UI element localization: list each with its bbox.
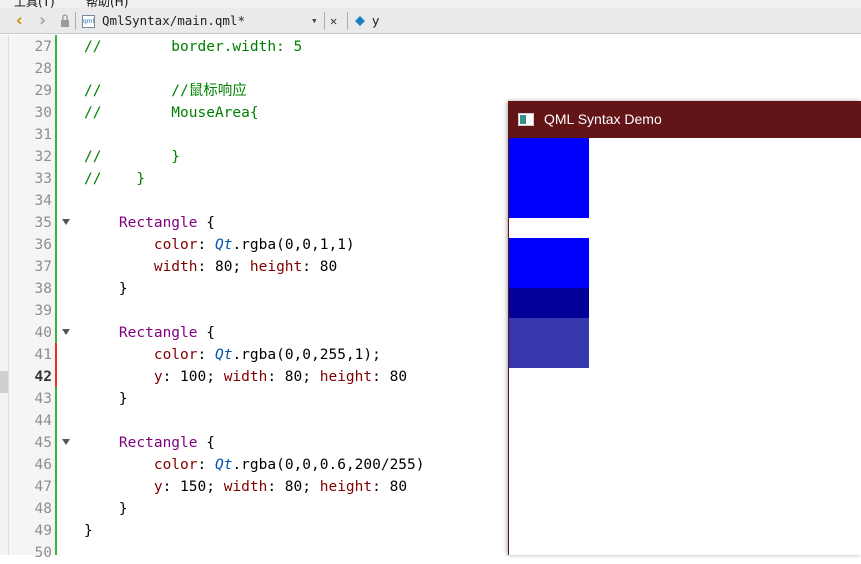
fold-arrow-icon[interactable] [62, 439, 70, 445]
code-line[interactable]: width: 80; height: 80 [84, 256, 337, 278]
qml-file-icon: qml [82, 15, 95, 28]
code-line[interactable]: // MouseArea{ [84, 102, 259, 124]
code-line[interactable]: y: 100; width: 80; height: 80 [84, 366, 407, 388]
overlap-rectangle [509, 288, 589, 318]
toolbar-separator [347, 12, 348, 30]
line-number: 49 [34, 523, 52, 539]
line-number: 42 [34, 369, 52, 385]
code-line[interactable]: y: 150; width: 80; height: 80 [84, 476, 407, 498]
line-number: 32 [34, 149, 52, 165]
symbol-diamond-icon [355, 8, 365, 34]
menu-bar: 工具(T) 帮助(H) [0, 0, 861, 8]
window-title-bar[interactable]: QML Syntax Demo [508, 101, 861, 138]
file-name-selector[interactable]: QmlSyntax/main.qml* [102, 8, 245, 34]
back-arrow-icon[interactable]: ‹ [14, 8, 25, 34]
line-number: 39 [34, 303, 52, 319]
fold-arrow-icon[interactable] [62, 329, 70, 335]
line-number: 29 [34, 83, 52, 99]
code-line[interactable]: // } [84, 168, 145, 190]
line-number: 36 [34, 237, 52, 253]
forward-arrow-icon[interactable]: › [37, 8, 48, 34]
line-number: 37 [34, 259, 52, 275]
code-line[interactable]: Rectangle { [84, 432, 215, 454]
editor-toolbar: ‹ › qml QmlSyntax/main.qml* ▾ ✕ y [0, 8, 861, 34]
toolbar-separator [324, 12, 325, 30]
line-number: 46 [34, 457, 52, 473]
code-line[interactable]: // //鼠标响应 [84, 80, 247, 102]
fold-arrow-icon[interactable] [62, 219, 70, 225]
line-number: 38 [34, 281, 52, 297]
code-line[interactable]: // border.width: 5 [84, 36, 302, 58]
line-number: 35 [34, 215, 52, 231]
blue-rectangle [509, 238, 589, 288]
line-number: 50 [34, 545, 52, 561]
code-line[interactable]: color: Qt.rgba(0,0,1,1) [84, 234, 355, 256]
line-number: 28 [34, 61, 52, 77]
code-line[interactable]: } [84, 498, 128, 520]
change-indicator [55, 35, 57, 555]
code-line[interactable]: } [84, 388, 128, 410]
line-number: 33 [34, 171, 52, 187]
line-number: 48 [34, 501, 52, 517]
line-number: 45 [34, 435, 52, 451]
menu-item-help[interactable]: 帮助(H) [86, 0, 128, 8]
code-line[interactable]: color: Qt.rgba(0,0,0.6,200/255) [84, 454, 425, 476]
modified-lines-indicator [55, 343, 57, 387]
line-number: 31 [34, 127, 52, 143]
line-number: 47 [34, 479, 52, 495]
line-number: 27 [34, 39, 52, 55]
line-number: 40 [34, 325, 52, 341]
code-line[interactable]: color: Qt.rgba(0,0,255,1); [84, 344, 381, 366]
translucent-rectangle [509, 318, 589, 368]
current-line-marker [0, 371, 8, 393]
qml-app-window[interactable]: QML Syntax Demo [508, 101, 861, 555]
code-line[interactable]: // } [84, 146, 180, 168]
line-number: 44 [34, 413, 52, 429]
menu-item-tools[interactable]: 工具(T) [14, 0, 55, 8]
symbol-selector[interactable]: y [372, 8, 379, 34]
code-line[interactable]: Rectangle { [84, 322, 215, 344]
code-line[interactable]: } [84, 278, 128, 300]
app-window-icon [518, 113, 534, 126]
line-number: 43 [34, 391, 52, 407]
line-number: 41 [34, 347, 52, 363]
lock-icon [60, 8, 70, 34]
line-number: 30 [34, 105, 52, 121]
blue-rectangle [509, 138, 589, 218]
window-title: QML Syntax Demo [544, 111, 662, 127]
code-line[interactable]: } [84, 520, 93, 542]
chevron-down-icon[interactable]: ▾ [311, 8, 318, 34]
code-line[interactable]: Rectangle { [84, 212, 215, 234]
line-number: 34 [34, 193, 52, 209]
toolbar-separator [75, 12, 76, 30]
close-icon[interactable]: ✕ [330, 8, 337, 34]
side-bar-strip [0, 35, 9, 555]
